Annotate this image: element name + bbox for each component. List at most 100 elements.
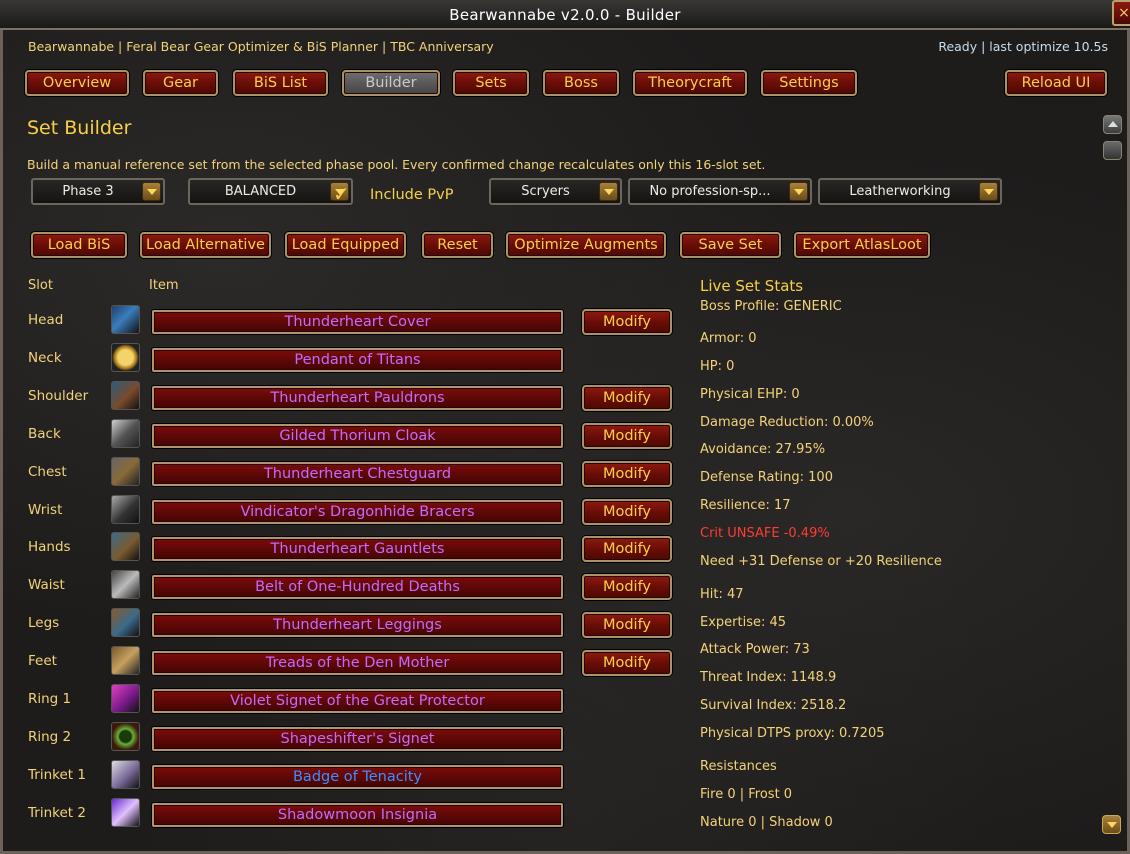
stat-line: Boss Profile: GENERIC	[700, 299, 842, 314]
slot-label: Wrist	[28, 501, 63, 518]
mode-dropdown[interactable]: BALANCED	[188, 178, 353, 205]
faction-dropdown[interactable]: Scryers	[489, 178, 622, 205]
amulet-icon[interactable]	[111, 342, 140, 372]
modify-button[interactable]: Modify	[582, 460, 672, 487]
item-button[interactable]: Badge of Tenacity	[152, 764, 563, 789]
shoulder-icon[interactable]	[111, 380, 140, 410]
load-equipped-button[interactable]: Load Equipped	[285, 232, 406, 258]
tab-builder[interactable]: Builder	[342, 70, 440, 96]
slot-label: Ring 1	[28, 691, 72, 707]
modify-button[interactable]: Modify	[582, 384, 672, 411]
title-bar[interactable]: Bearwannabe v2.0.0 - Builder ×	[0, 0, 1130, 30]
load-bis-button[interactable]: Load BiS	[31, 232, 127, 258]
slot-label: Head	[28, 312, 64, 328]
faction-value: Scryers	[521, 184, 570, 199]
stat-line: Damage Reduction: 0.00%	[700, 415, 874, 430]
item-column-header: Item	[149, 278, 179, 293]
item-button[interactable]: Gilded Thorium Cloak	[152, 423, 563, 448]
modify-button[interactable]: Modify	[582, 574, 672, 601]
phase-dropdown[interactable]: Phase 3	[31, 178, 165, 205]
slot-label: Feet	[28, 653, 57, 670]
scroll-up-button[interactable]	[1103, 115, 1122, 134]
item-button[interactable]: Thunderheart Chestguard	[152, 461, 563, 486]
profession-2-value: Leatherworking	[849, 184, 951, 199]
badge-icon[interactable]	[111, 759, 140, 789]
optimize-augments-button[interactable]: Optimize Augments	[506, 232, 666, 258]
item-button[interactable]: Shapeshifter's Signet	[152, 726, 563, 751]
stat-line: Need +31 Defense or +20 Resilience	[700, 554, 942, 569]
profession-2-dropdown[interactable]: Leatherworking	[818, 178, 1002, 205]
crystal-icon[interactable]	[111, 797, 140, 827]
slot-label: Legs	[28, 615, 60, 632]
profession-1-dropdown[interactable]: No profession-sp...	[628, 178, 812, 205]
item-button[interactable]: Thunderheart Pauldrons	[152, 385, 563, 410]
chevron-down-icon[interactable]	[979, 182, 998, 201]
modify-button[interactable]: Modify	[582, 650, 672, 677]
item-button[interactable]: Treads of the Den Mother	[152, 651, 563, 676]
stat-line: Avoidance: 27.95%	[700, 442, 826, 457]
modify-button[interactable]: Modify	[582, 498, 672, 525]
item-button[interactable]: Shadowmoon Insignia	[152, 802, 563, 827]
stat-line: Resilience: 17	[700, 498, 791, 513]
tab-settings[interactable]: Settings	[761, 70, 857, 96]
chevron-down-icon[interactable]	[142, 182, 161, 201]
stat-line: Survival Index: 2518.2	[700, 698, 847, 713]
crit-warning: Crit UNSAFE -0.49%	[700, 526, 830, 541]
scroll-down-button[interactable]	[1102, 815, 1121, 834]
item-button[interactable]: Violet Signet of the Great Protector	[152, 689, 563, 713]
cloak-icon[interactable]	[111, 418, 140, 448]
helm-icon[interactable]	[111, 305, 140, 334]
item-button[interactable]: Thunderheart Leggings	[152, 613, 563, 638]
stat-line: Fire 0 | Frost 0	[700, 787, 793, 802]
stat-line: Expertise: 45	[700, 615, 787, 630]
slot-label: Chest	[28, 463, 67, 480]
modify-button[interactable]: Modify	[582, 612, 672, 639]
tab-gear[interactable]: Gear	[143, 70, 218, 96]
reset-button[interactable]: Reset	[422, 232, 493, 258]
tab-theorycraft[interactable]: Theorycraft	[633, 70, 747, 96]
include-pvp-checkbox[interactable]: ✓	[333, 182, 357, 206]
slot-label: Trinket 2	[28, 804, 86, 821]
slot-label: Ring 2	[28, 728, 72, 745]
item-button[interactable]: Thunderheart Cover	[152, 310, 563, 334]
load-alternative-button[interactable]: Load Alternative	[140, 232, 271, 258]
boots-icon[interactable]	[111, 646, 140, 676]
belt-icon[interactable]	[111, 570, 140, 600]
modify-button[interactable]: Modify	[582, 422, 672, 449]
legs-icon[interactable]	[111, 608, 140, 638]
tab-overview[interactable]: Overview	[25, 70, 129, 96]
tab-boss[interactable]: Boss	[543, 70, 619, 96]
addon-subtitle: Bearwannabe | Feral Bear Gear Optimizer …	[28, 39, 494, 54]
ring-icon[interactable]	[111, 721, 140, 751]
slot-label: Hands	[28, 539, 71, 556]
modify-button[interactable]: Modify	[582, 536, 672, 563]
tab-sets[interactable]: Sets	[453, 70, 529, 96]
save-set-button[interactable]: Save Set	[680, 232, 781, 258]
item-button[interactable]: Pendant of Titans	[152, 347, 563, 372]
ring-icon[interactable]	[111, 684, 140, 713]
chest-icon[interactable]	[111, 456, 140, 486]
scrollbar-thumb[interactable]	[1103, 141, 1122, 160]
reload-ui-button[interactable]: Reload UI	[1005, 70, 1107, 96]
close-button[interactable]: ×	[1112, 0, 1130, 26]
mode-value: BALANCED	[224, 184, 297, 199]
slot-label: Back	[28, 425, 61, 442]
profession-1-value: No profession-sp...	[649, 184, 771, 199]
tab-bis-list[interactable]: BiS List	[233, 70, 328, 96]
chevron-down-icon[interactable]	[599, 182, 618, 201]
gloves-icon[interactable]	[111, 532, 140, 562]
modify-button[interactable]: Modify	[582, 309, 672, 335]
export-atlasloot-button[interactable]: Export AtlasLoot	[794, 232, 930, 258]
stat-line: Attack Power: 73	[700, 642, 810, 657]
stat-line: Physical DTPS proxy: 0.7205	[700, 726, 885, 741]
item-button[interactable]: Belt of One-Hundred Deaths	[152, 575, 563, 600]
item-button[interactable]: Vindicator's Dragonhide Bracers	[152, 499, 563, 524]
page-title: Set Builder	[27, 117, 132, 139]
chevron-down-icon[interactable]	[789, 182, 808, 201]
item-button[interactable]: Thunderheart Gauntlets	[152, 537, 563, 562]
stat-line: Threat Index: 1148.9	[700, 670, 837, 685]
phase-value: Phase 3	[62, 184, 114, 199]
slot-column-header: Slot	[28, 278, 53, 293]
bracer-icon[interactable]	[111, 494, 140, 524]
slot-label: Trinket 1	[28, 766, 86, 783]
